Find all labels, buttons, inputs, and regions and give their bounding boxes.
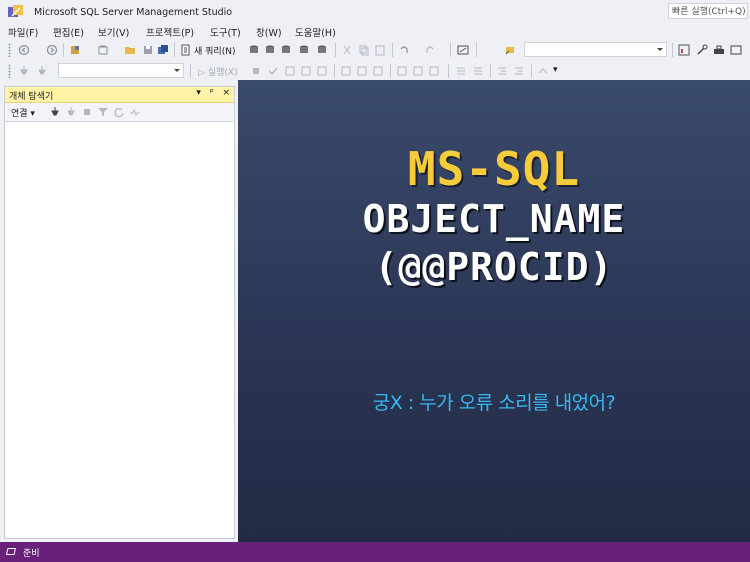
connect-dropdown[interactable]: 연결 ▾ xyxy=(11,106,35,119)
database-combo[interactable] xyxy=(58,63,184,78)
sql-editor-toolbar: ▷ 실행(X) ▾ xyxy=(0,61,750,81)
forward-icon[interactable] xyxy=(46,44,58,56)
increase-indent-icon[interactable] xyxy=(513,65,525,77)
results-grid-icon[interactable] xyxy=(412,65,424,77)
banner-title-line2: OBJECT_NAME xyxy=(362,197,626,241)
banner-subtitle: 궁X : 누가 오류 소리를 내었어? xyxy=(372,392,616,414)
menu-project[interactable]: 프로젝트(P) xyxy=(146,25,194,39)
execute-button[interactable]: ▷ 실행(X) xyxy=(198,65,238,78)
db-query-icon[interactable] xyxy=(248,44,260,56)
decrease-indent-icon[interactable] xyxy=(496,65,508,77)
undo-icon[interactable] xyxy=(398,44,410,56)
status-icon xyxy=(6,548,16,555)
panel-close-button[interactable]: × xyxy=(222,88,230,98)
menu-tools[interactable]: 도구(T) xyxy=(210,25,241,39)
template-explorer-icon[interactable] xyxy=(730,44,742,56)
new-project-icon[interactable] xyxy=(97,44,109,56)
status-text: 준비 xyxy=(23,549,40,559)
object-explorer-header: 개체 탐색기 ▾ ᵖ × xyxy=(5,87,234,103)
title-bar: Microsoft SQL Server Management Studio 빠… xyxy=(0,0,750,24)
redo-icon[interactable] xyxy=(424,44,436,56)
banner-title-line3: (@@PROCID) xyxy=(374,245,614,289)
refresh-icon[interactable] xyxy=(113,106,125,118)
object-explorer-title: 개체 탐색기 xyxy=(9,92,54,102)
quick-launch-input[interactable]: 빠른 실행(Ctrl+Q) xyxy=(668,3,748,19)
specify-values-icon[interactable] xyxy=(537,65,549,77)
save-icon[interactable] xyxy=(142,44,154,56)
menu-file[interactable]: 파일(F) xyxy=(8,25,38,39)
dmx-query-icon[interactable] xyxy=(298,44,310,56)
execute-label: 실행(X) xyxy=(207,68,238,78)
client-stats-icon[interactable] xyxy=(372,65,384,77)
find-icon[interactable] xyxy=(504,44,516,56)
toolbar-grip[interactable] xyxy=(8,43,11,57)
toolbar-grip[interactable] xyxy=(8,64,11,78)
properties-icon[interactable] xyxy=(696,44,708,56)
xmla-query-icon[interactable] xyxy=(316,44,328,56)
back-icon[interactable] xyxy=(18,44,30,56)
disconnect-icon[interactable] xyxy=(36,65,48,77)
status-bar: 준비 xyxy=(0,542,750,562)
results-text-icon[interactable] xyxy=(396,65,408,77)
connect-label: 연결 xyxy=(11,109,28,119)
include-plan-icon[interactable] xyxy=(340,65,352,77)
menu-bar: 파일(F) 편집(E) 보기(V) 프로젝트(P) 도구(T) 창(W) 도움말… xyxy=(0,24,750,41)
menu-edit[interactable]: 편집(E) xyxy=(53,25,84,39)
analysis-query-icon[interactable] xyxy=(264,44,276,56)
display-plan-icon[interactable] xyxy=(284,65,296,77)
save-all-icon[interactable] xyxy=(157,44,169,56)
new-query-icon[interactable] xyxy=(180,44,192,56)
disconnect-explorer-icon[interactable] xyxy=(65,106,77,118)
open-file-icon[interactable] xyxy=(124,44,136,56)
solution-icon[interactable] xyxy=(69,44,81,56)
comment-icon[interactable] xyxy=(455,65,467,77)
stop-icon[interactable] xyxy=(81,106,93,118)
cancel-query-icon[interactable] xyxy=(250,65,262,77)
object-explorer-tree[interactable] xyxy=(7,123,232,538)
query-options-icon[interactable] xyxy=(300,65,312,77)
menu-view[interactable]: 보기(V) xyxy=(98,25,129,39)
copy-icon[interactable] xyxy=(358,44,370,56)
object-explorer-toolbar: 연결 ▾ xyxy=(5,103,234,122)
toolbox-icon[interactable] xyxy=(713,44,725,56)
live-stats-icon[interactable] xyxy=(356,65,368,77)
activity-monitor-icon[interactable] xyxy=(457,44,469,56)
menu-help[interactable]: 도움말(H) xyxy=(295,25,336,39)
ssms-app-icon xyxy=(8,5,23,17)
standard-toolbar: 새 쿼리(N) xyxy=(0,40,750,60)
cut-icon[interactable] xyxy=(341,44,353,56)
activity-icon[interactable] xyxy=(129,106,141,118)
uncomment-icon[interactable] xyxy=(472,65,484,77)
mdx-query-icon[interactable] xyxy=(280,44,292,56)
intellisense-icon[interactable] xyxy=(316,65,328,77)
toolbar-overflow[interactable]: ▾ xyxy=(553,65,558,75)
document-area-banner: MS-SQL OBJECT_NAME (@@PROCID) 궁X : 누가 오류… xyxy=(238,80,750,542)
filter-icon[interactable] xyxy=(97,106,109,118)
object-explorer-icon[interactable] xyxy=(678,44,690,56)
connect-icon[interactable] xyxy=(18,65,30,77)
connect-explorer-icon[interactable] xyxy=(49,106,61,118)
menu-window[interactable]: 창(W) xyxy=(256,25,282,39)
parse-icon[interactable] xyxy=(267,65,279,77)
panel-pin-button[interactable]: ᵖ xyxy=(210,88,214,98)
panel-dropdown-button[interactable]: ▾ xyxy=(196,88,201,98)
new-query-button[interactable]: 새 쿼리(N) xyxy=(194,44,235,57)
banner-title-line1: MS-SQL xyxy=(407,142,581,196)
window-title: Microsoft SQL Server Management Studio xyxy=(34,7,233,18)
paste-icon[interactable] xyxy=(374,44,386,56)
search-combo[interactable] xyxy=(524,42,667,57)
object-explorer-panel: 개체 탐색기 ▾ ᵖ × 연결 ▾ xyxy=(4,86,235,539)
results-file-icon[interactable] xyxy=(428,65,440,77)
